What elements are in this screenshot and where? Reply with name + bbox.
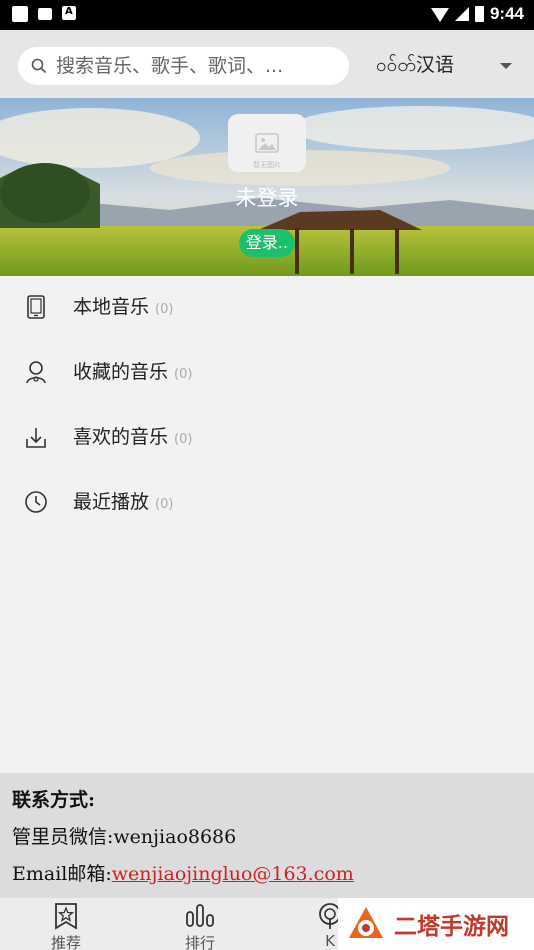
menu-item-count: (0)	[155, 302, 174, 317]
login-button[interactable]: 登录..	[239, 229, 295, 257]
watermark-logo-icon	[349, 907, 383, 938]
mail-icon	[38, 8, 52, 20]
search-icon	[31, 58, 47, 74]
language-selector[interactable]: ဝဝ်တ်汉语	[376, 50, 454, 81]
menu-item-label: 最近播放	[73, 491, 150, 513]
email-label: Email邮箱:	[12, 863, 112, 885]
user-music-icon	[26, 361, 46, 384]
music-menu: 本地音乐 (0) 收藏的音乐 (0) 喜欢的音乐 (0) 最近播放 (0)	[0, 276, 534, 536]
contact-wechat: 管里员微信:wenjiao8686	[12, 822, 236, 849]
tab-recommend[interactable]: 推荐	[26, 898, 106, 950]
profile-banner: 暂无图片 未登录 登录..	[0, 98, 534, 276]
watermark: 二塔手游网	[338, 898, 534, 950]
status-bar: 9:44	[0, 0, 534, 30]
phone-icon	[27, 295, 45, 319]
login-status: 未登录	[235, 186, 299, 210]
clock-icon	[25, 491, 47, 513]
top-bar: ဝဝ်တ်汉语	[0, 30, 534, 98]
menu-item-favorites[interactable]: 收藏的音乐 (0)	[0, 341, 534, 406]
wechat-value: wenjiao8686	[113, 826, 237, 848]
wifi-icon	[430, 8, 449, 22]
tab-rank[interactable]: 排行	[160, 898, 240, 950]
tab-label: 排行	[184, 934, 215, 950]
chevron-down-icon[interactable]	[500, 63, 512, 69]
contact-panel: 联系方式: 管里员微信:wenjiao8686 Email邮箱:wenjiaoj…	[0, 773, 534, 898]
menu-item-count: (0)	[174, 432, 193, 447]
menu-item-count: (0)	[155, 497, 174, 512]
tab-label: 推荐	[50, 934, 81, 950]
search-box[interactable]	[18, 47, 349, 85]
notification-icon	[12, 6, 28, 22]
contact-heading: 联系方式:	[12, 789, 96, 811]
menu-item-label: 喜欢的音乐	[73, 426, 169, 448]
menu-item-liked[interactable]: 喜欢的音乐 (0)	[0, 406, 534, 471]
menu-item-local-music[interactable]: 本地音乐 (0)	[0, 276, 534, 341]
star-bookmark-icon	[55, 903, 77, 930]
menu-item-count: (0)	[174, 367, 193, 382]
battery-icon	[474, 6, 484, 22]
menu-item-recent[interactable]: 最近播放 (0)	[0, 471, 534, 536]
menu-item-label: 收藏的音乐	[73, 361, 169, 383]
image-placeholder-icon	[255, 133, 279, 153]
download-icon	[26, 428, 46, 448]
avatar-caption: 暂无图片	[253, 161, 281, 169]
avatar[interactable]: 暂无图片	[228, 114, 306, 172]
wechat-label: 管里员微信:	[12, 826, 114, 848]
bar-chart-icon	[186, 904, 214, 927]
status-time: 9:44	[489, 4, 524, 23]
signal-icon	[454, 7, 469, 21]
contact-email: Email邮箱:wenjiaojingluo@163.com	[12, 859, 354, 886]
watermark-text: 二塔手游网	[394, 914, 509, 940]
a-app-icon	[62, 6, 76, 20]
email-link[interactable]: wenjiaojingluo@163.com	[112, 863, 354, 885]
menu-item-label: 本地音乐	[73, 296, 150, 318]
search-input[interactable]	[56, 55, 316, 77]
